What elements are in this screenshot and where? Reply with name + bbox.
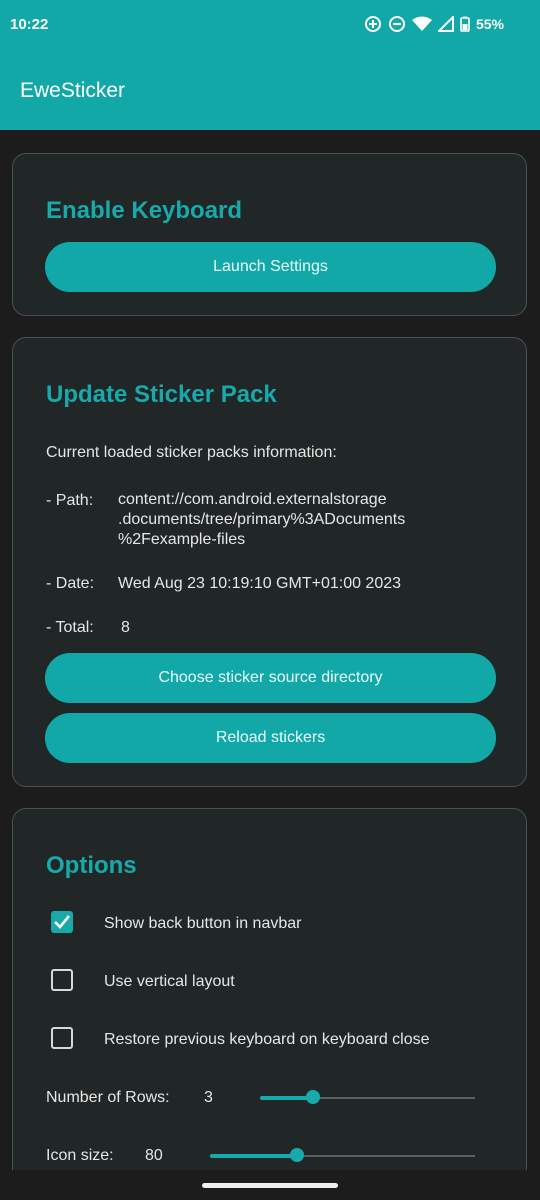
show-back-button-checkbox[interactable] <box>51 911 73 933</box>
total-value: 8 <box>121 619 130 636</box>
vertical-layout-label[interactable]: Use vertical layout <box>104 973 235 991</box>
date-label: - Date: <box>46 575 95 592</box>
app-title: EweSticker <box>20 79 126 102</box>
show-back-button-label[interactable]: Show back button in navbar <box>104 915 301 933</box>
options-card: Options Show back button in navbar Use v… <box>12 808 527 1170</box>
battery-icon <box>460 16 470 32</box>
status-icons: 55% <box>364 15 504 33</box>
icon-size-slider-fill <box>210 1154 298 1158</box>
rows-value: 3 <box>204 1089 213 1106</box>
icon-size-label: Icon size: <box>46 1147 114 1164</box>
path-label: - Path: <box>46 492 94 509</box>
main-content[interactable]: Enable Keyboard Launch Settings Update S… <box>0 130 540 1170</box>
update-sticker-pack-title: Update Sticker Pack <box>46 381 277 408</box>
update-sticker-pack-card: Update Sticker Pack Current loaded stick… <box>12 337 527 787</box>
navigation-bar <box>0 1170 540 1200</box>
do-not-disturb-icon <box>388 15 406 33</box>
enable-keyboard-title: Enable Keyboard <box>46 197 243 224</box>
path-value: content://com.android.externalstorage .d… <box>118 490 405 550</box>
choose-source-directory-button[interactable]: Choose sticker source directory <box>45 653 496 703</box>
icon-size-value: 80 <box>145 1147 163 1164</box>
path-line: %2Fexample-files <box>118 531 246 548</box>
status-bar: 10:22 55% <box>0 0 540 52</box>
enable-keyboard-card: Enable Keyboard Launch Settings <box>12 153 527 316</box>
app-bar: EweSticker <box>0 52 540 130</box>
path-line: content://com.android.externalstorage <box>118 491 387 508</box>
status-time: 10:22 <box>10 16 49 33</box>
restore-keyboard-label[interactable]: Restore previous keyboard on keyboard cl… <box>104 1031 430 1049</box>
signal-icon <box>437 16 454 32</box>
options-title: Options <box>46 852 137 879</box>
total-label: - Total: <box>46 619 94 636</box>
rows-slider-thumb[interactable] <box>306 1090 320 1104</box>
vertical-layout-checkbox[interactable] <box>51 969 73 991</box>
wifi-icon <box>411 16 432 32</box>
rows-label: Number of Rows: <box>46 1089 170 1106</box>
battery-percent: 55% <box>475 16 504 32</box>
info-label: Current loaded sticker packs information… <box>46 444 337 461</box>
date-value: Wed Aug 23 10:19:10 GMT+01:00 2023 <box>118 575 402 592</box>
icon-size-slider-thumb[interactable] <box>290 1148 304 1162</box>
home-gesture-handle[interactable] <box>202 1183 338 1188</box>
reload-stickers-button[interactable]: Reload stickers <box>45 713 496 763</box>
restore-keyboard-checkbox[interactable] <box>51 1027 73 1049</box>
launch-settings-button[interactable]: Launch Settings <box>45 242 496 292</box>
path-line: .documents/tree/primary%3ADocuments <box>118 511 406 528</box>
data-saver-icon <box>364 15 382 33</box>
